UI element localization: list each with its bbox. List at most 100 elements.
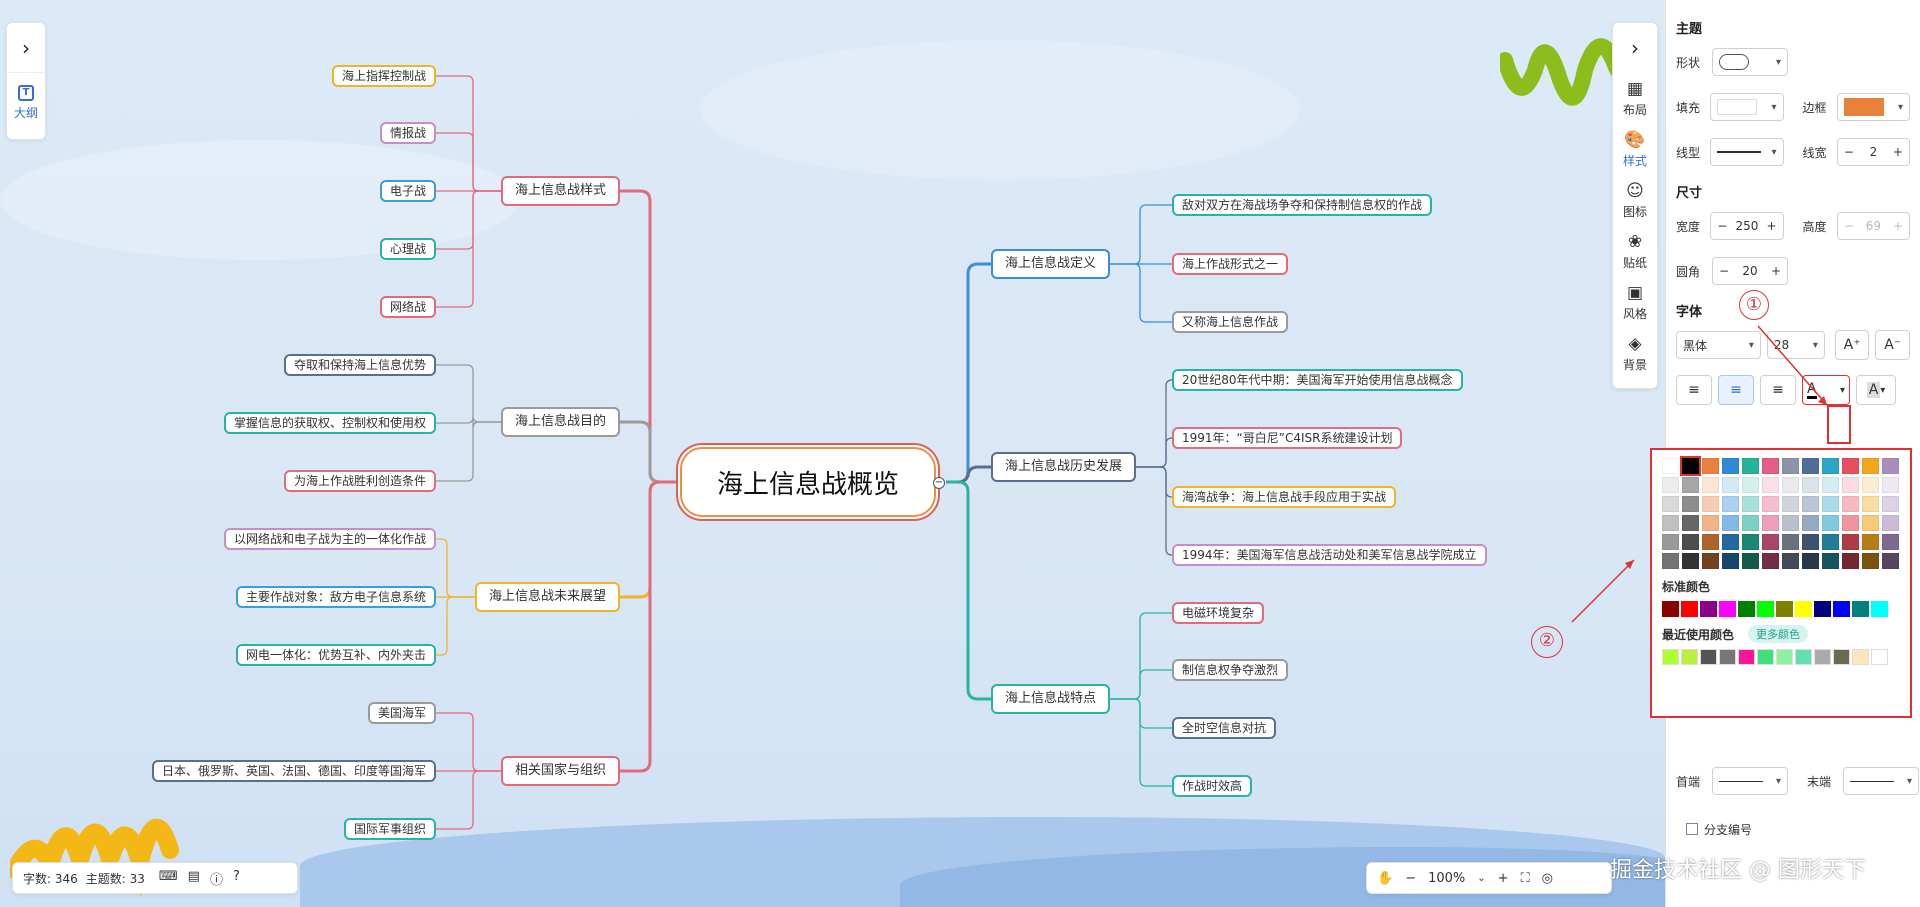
color-swatch[interactable] [1662,458,1679,474]
branch-number-checkbox[interactable] [1686,823,1698,835]
color-swatch[interactable] [1742,477,1759,493]
subtopic[interactable]: 心理战 [380,238,437,260]
color-swatch[interactable] [1802,534,1819,550]
recent-color-swatch[interactable] [1814,649,1831,665]
info-icon[interactable]: ⓘ [210,869,223,888]
subtopic[interactable]: 全时空信息对抗 [1172,717,1277,739]
subtopic[interactable]: 制信息权争夺激烈 [1172,659,1289,681]
color-swatch[interactable] [1662,477,1679,493]
subtopic[interactable]: 电子战 [380,180,437,202]
color-swatch[interactable] [1742,553,1759,569]
standard-color-swatch[interactable] [1814,601,1831,617]
color-swatch[interactable] [1822,534,1839,550]
subtopic[interactable]: 敌对双方在海战场争夺和保持制信息权的作战 [1172,194,1433,216]
plus-icon[interactable]: + [1771,264,1781,278]
color-swatch[interactable] [1882,553,1899,569]
color-swatch[interactable] [1842,553,1859,569]
font-shrink-button[interactable]: A⁻ [1875,330,1910,360]
plus-icon[interactable]: + [1893,145,1903,159]
branch-topic[interactable]: 海上信息战特点 [991,684,1111,714]
recent-color-swatch[interactable] [1871,649,1888,665]
line-width-value[interactable]: 2 [1870,145,1878,159]
chevron-down-icon[interactable]: ⌄ [1477,873,1485,884]
color-swatch[interactable] [1822,553,1839,569]
branch-topic[interactable]: 海上信息战定义 [991,249,1111,279]
locate-icon[interactable]: ◎ [1542,871,1553,886]
color-swatch[interactable] [1722,515,1739,531]
branch-topic[interactable]: 海上信息战历史发展 [991,452,1137,482]
width-stepper[interactable]: −250 + [1710,212,1784,240]
recent-color-swatch[interactable] [1719,649,1736,665]
color-swatch[interactable] [1882,477,1899,493]
standard-color-swatch[interactable] [1852,601,1869,617]
color-swatch[interactable] [1682,515,1699,531]
start-select[interactable]: ▾ [1712,767,1788,795]
recent-color-swatch[interactable] [1852,649,1869,665]
subtopic[interactable]: 作战时效高 [1172,775,1253,797]
color-swatch[interactable] [1802,496,1819,512]
align-center-button[interactable]: ≡ [1718,375,1754,405]
subtopic[interactable]: 美国海军 [368,702,437,724]
border-color-select[interactable]: ▾ [1836,93,1910,121]
minus-icon[interactable]: − [1844,145,1854,159]
color-swatch[interactable] [1762,553,1779,569]
color-swatch[interactable] [1702,534,1719,550]
color-swatch[interactable] [1882,534,1899,550]
color-swatch[interactable] [1802,458,1819,474]
align-right-button[interactable]: ≡ [1760,375,1796,405]
subtopic[interactable]: 20世纪80年代中期：美国海军开始使用信息战概念 [1172,369,1463,391]
subtopic[interactable]: 网络战 [380,296,437,318]
color-swatch[interactable] [1702,553,1719,569]
more-colors-button[interactable]: 更多颜色 [1748,625,1809,643]
recent-color-swatch[interactable] [1795,649,1812,665]
color-swatch[interactable] [1702,496,1719,512]
color-swatch[interactable] [1842,458,1859,474]
recent-color-swatch[interactable] [1738,649,1755,665]
standard-color-swatch[interactable] [1700,601,1717,617]
mindmap-canvas[interactable]: 海上信息战样式 海上指挥控制战 情报战 电子战 心理战 网络战 海上信息战目的 夺取和保持海上… [0,0,1665,907]
color-swatch[interactable] [1822,477,1839,493]
standard-color-swatch[interactable] [1776,601,1793,617]
color-swatch[interactable] [1782,496,1799,512]
color-swatch[interactable] [1702,477,1719,493]
standard-color-swatch[interactable] [1662,601,1679,617]
fill-select[interactable]: ▾ [1710,93,1784,121]
zoom-out-button[interactable]: − [1405,871,1416,886]
toolbar-item-3[interactable]: ❀ 贴纸 [1613,226,1657,277]
font-family-select[interactable]: 黑体 ▾ [1676,331,1761,359]
branch-topic[interactable]: 相关国家与组织 [501,756,621,786]
fit-screen-icon[interactable]: ⛶ [1521,871,1530,886]
color-swatch[interactable] [1802,515,1819,531]
color-swatch[interactable] [1882,458,1899,474]
color-swatch[interactable] [1862,458,1879,474]
color-swatch[interactable] [1662,515,1679,531]
color-swatch[interactable] [1762,458,1779,474]
color-swatch[interactable] [1722,458,1739,474]
subtopic[interactable]: 国际军事组织 [344,818,437,840]
recent-color-swatch[interactable] [1681,649,1698,665]
color-swatch[interactable] [1742,534,1759,550]
subtopic[interactable]: 掌握信息的获取权、控制权和使用权 [224,412,437,434]
root-topic[interactable]: 海上信息战概览 [680,447,936,517]
font-size-select[interactable]: 28 ▾ [1766,331,1825,359]
color-swatch[interactable] [1762,477,1779,493]
minus-icon[interactable]: − [1717,219,1727,233]
toolbar-item-0[interactable]: ▦ 布局 [1613,73,1657,124]
collapse-toggle[interactable]: − [933,477,945,489]
color-swatch[interactable] [1862,553,1879,569]
branch-topic[interactable]: 海上信息战未来展望 [475,582,621,612]
subtopic[interactable]: 1991年：“哥白尼”C4ISR系统建设计划 [1172,427,1403,449]
color-swatch[interactable] [1742,496,1759,512]
toolbar-item-4[interactable]: ▣ 风格 [1613,277,1657,328]
color-swatch[interactable] [1862,515,1879,531]
zoom-in-button[interactable]: + [1498,871,1509,886]
subtopic[interactable]: 主要作战对象：敌方电子信息系统 [236,586,437,608]
subtopic[interactable]: 海湾战争：海上信息战手段应用于实战 [1172,486,1397,508]
minus-icon[interactable]: − [1719,264,1729,278]
color-swatch[interactable] [1702,458,1719,474]
color-swatch[interactable] [1782,515,1799,531]
color-swatch[interactable] [1762,515,1779,531]
subtopic[interactable]: 海上指挥控制战 [332,65,437,87]
standard-color-swatch[interactable] [1795,601,1812,617]
chevron-right-icon[interactable]: › [7,23,45,73]
